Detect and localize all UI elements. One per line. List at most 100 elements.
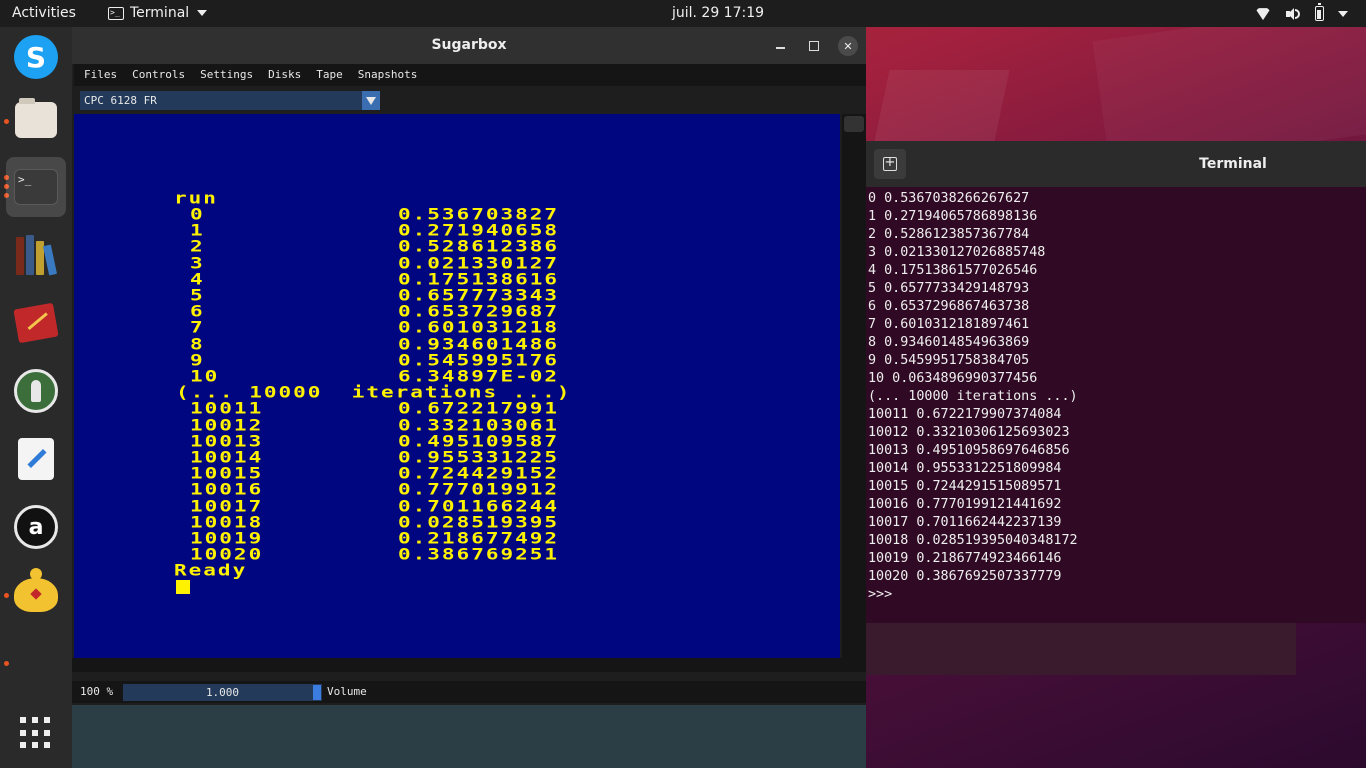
screen-index: 10012 bbox=[190, 415, 264, 435]
model-select-value: CPC 6128 FR bbox=[84, 94, 157, 107]
dock-item-files[interactable] bbox=[6, 90, 66, 150]
screen-value: 0.777019912 bbox=[398, 480, 560, 499]
genie-lamp-icon bbox=[14, 568, 58, 612]
clock-label[interactable]: juil. 29 17:19 bbox=[672, 5, 764, 21]
chevron-down-icon[interactable] bbox=[1338, 10, 1348, 17]
screen-index: 6 bbox=[190, 302, 205, 321]
screen-value: 0.653729687 bbox=[398, 302, 560, 321]
terminal-line: 10014 0.9553312251809984 bbox=[868, 461, 1062, 476]
dock-item-terminal[interactable]: >_ bbox=[6, 157, 66, 217]
system-tray[interactable] bbox=[1255, 3, 1348, 21]
screen-value: 0.955331225 bbox=[398, 447, 560, 467]
show-applications-button[interactable] bbox=[6, 703, 66, 763]
app-grid-icon bbox=[20, 717, 52, 749]
screen-index: 10018 bbox=[190, 512, 264, 532]
maximize-button[interactable] bbox=[804, 36, 824, 56]
screen-value: 0.601031218 bbox=[398, 318, 560, 337]
terminal-line: 2 0.5286123857367784 bbox=[868, 227, 1030, 242]
screen-value: 6.34897E-02 bbox=[398, 366, 560, 386]
screen-value: 0.386769251 bbox=[398, 545, 560, 564]
dock-item-amazon[interactable]: a bbox=[6, 497, 66, 557]
window-content: Files Controls Settings Disks Tape Snaps… bbox=[72, 64, 866, 768]
slider-handle[interactable] bbox=[313, 685, 321, 700]
screen-index: 10020 bbox=[190, 545, 264, 564]
key-icon bbox=[14, 369, 58, 413]
text-cursor bbox=[176, 580, 190, 595]
menu-disks[interactable]: Disks bbox=[258, 64, 306, 86]
terminal-window: Terminal 0 0.5367038266267627 1 0.2719406… bbox=[866, 141, 1366, 623]
files-icon bbox=[15, 98, 57, 138]
dock-item-notebook[interactable] bbox=[6, 293, 66, 353]
skype-icon: S bbox=[14, 35, 58, 79]
terminal-line: 1 0.27194065786898136 bbox=[868, 209, 1038, 224]
amazon-icon: a bbox=[14, 505, 58, 549]
emulator-screen[interactable]: run 0 0.536703827 1 0.271940658 2 0.528612386… bbox=[74, 114, 840, 658]
menu-controls[interactable]: Controls bbox=[122, 64, 190, 86]
terminal-line: 10015 0.7244291515089571 bbox=[868, 479, 1062, 494]
terminal-line: 0 0.5367038266267627 bbox=[868, 191, 1030, 206]
screen-command: run bbox=[174, 188, 218, 208]
screen-index: 10019 bbox=[190, 528, 264, 548]
volume-label: Volume bbox=[327, 685, 367, 698]
speed-value: 1.000 bbox=[205, 686, 240, 699]
screen-index: 10013 bbox=[190, 431, 264, 451]
window-titlebar[interactable]: Terminal bbox=[866, 141, 1366, 187]
screen-value: 0.657773343 bbox=[398, 285, 560, 305]
speed-slider[interactable]: 1.000 bbox=[123, 684, 322, 701]
screen-separator: (... 10000 iterations ...) bbox=[176, 383, 572, 402]
menu-tape[interactable]: Tape bbox=[306, 64, 348, 86]
terminal-line: 4 0.17513861577026546 bbox=[868, 263, 1038, 278]
terminal-line: 10 0.0634896990377456 bbox=[868, 371, 1038, 386]
screen-value: 0.672217991 bbox=[398, 399, 560, 418]
close-button[interactable] bbox=[838, 36, 858, 56]
volume-icon[interactable] bbox=[1285, 7, 1301, 21]
model-select[interactable]: CPC 6128 FR bbox=[80, 91, 380, 110]
terminal-line: (... 10000 iterations ...) bbox=[868, 389, 1078, 404]
terminal-line: 8 0.9346014854963869 bbox=[868, 335, 1030, 350]
terminal-line: 3 0.021330127026885748 bbox=[868, 245, 1046, 260]
screen-index: 3 bbox=[190, 253, 205, 273]
terminal-line: 10012 0.33210306125693023 bbox=[868, 425, 1070, 440]
dock-item-text-editor[interactable] bbox=[6, 429, 66, 489]
running-indicator bbox=[4, 661, 9, 666]
books-icon bbox=[14, 235, 58, 276]
screen-value: 0.028519395 bbox=[398, 512, 560, 532]
terminal-prompt: >>> bbox=[868, 587, 893, 602]
terminal-line: 10011 0.6722179907374084 bbox=[868, 407, 1062, 422]
screen-index: 10016 bbox=[190, 480, 264, 499]
screen-index: 0 bbox=[190, 204, 205, 224]
menu-settings[interactable]: Settings bbox=[190, 64, 258, 86]
dock-item-skype[interactable]: S bbox=[6, 27, 66, 87]
terminal-icon: >_ bbox=[14, 169, 58, 205]
screen-index: 10015 bbox=[190, 464, 264, 483]
terminal-line: 5 0.6577733429148793 bbox=[868, 281, 1030, 296]
menu-files[interactable]: Files bbox=[74, 64, 122, 86]
wifi-icon[interactable] bbox=[1255, 7, 1271, 21]
screen-index: 2 bbox=[190, 237, 205, 256]
background-window bbox=[866, 623, 1296, 675]
window-footer bbox=[72, 705, 866, 768]
screen-value: 0.495109587 bbox=[398, 431, 560, 451]
dock-item-genie[interactable] bbox=[6, 565, 66, 625]
chevron-down-icon[interactable] bbox=[362, 91, 380, 110]
terminal-line: 10018 0.028519395040348172 bbox=[868, 533, 1078, 548]
dock-item-calibre[interactable] bbox=[6, 225, 66, 285]
screen-index: 5 bbox=[190, 285, 205, 305]
terminal-line: 6 0.6537296867463738 bbox=[868, 299, 1030, 314]
battery-icon[interactable] bbox=[1315, 3, 1324, 21]
window-title: Sugarbox bbox=[431, 37, 507, 53]
screen-value: 0.175138616 bbox=[398, 269, 560, 289]
sugarbox-window: Sugarbox Files Controls Settings Disks T… bbox=[72, 27, 866, 768]
screen-value: 0.218677492 bbox=[398, 528, 560, 548]
status-bar: 100 % 1.000 Volume bbox=[72, 681, 866, 703]
horizontal-scrollbar[interactable] bbox=[72, 658, 866, 672]
vertical-scrollbar[interactable] bbox=[842, 114, 866, 658]
window-titlebar[interactable]: Sugarbox bbox=[72, 27, 866, 64]
terminal-line: 9 0.5459951758384705 bbox=[868, 353, 1030, 368]
terminal-output[interactable]: 0 0.5367038266267627 1 0.2719406578689813… bbox=[868, 190, 1364, 604]
screen-value: 0.271940658 bbox=[398, 221, 560, 240]
menu-snapshots[interactable]: Snapshots bbox=[348, 64, 423, 86]
minimize-button[interactable] bbox=[770, 36, 790, 56]
screen-value: 0.536703827 bbox=[398, 204, 560, 224]
dock-item-keepassxc[interactable] bbox=[6, 361, 66, 421]
